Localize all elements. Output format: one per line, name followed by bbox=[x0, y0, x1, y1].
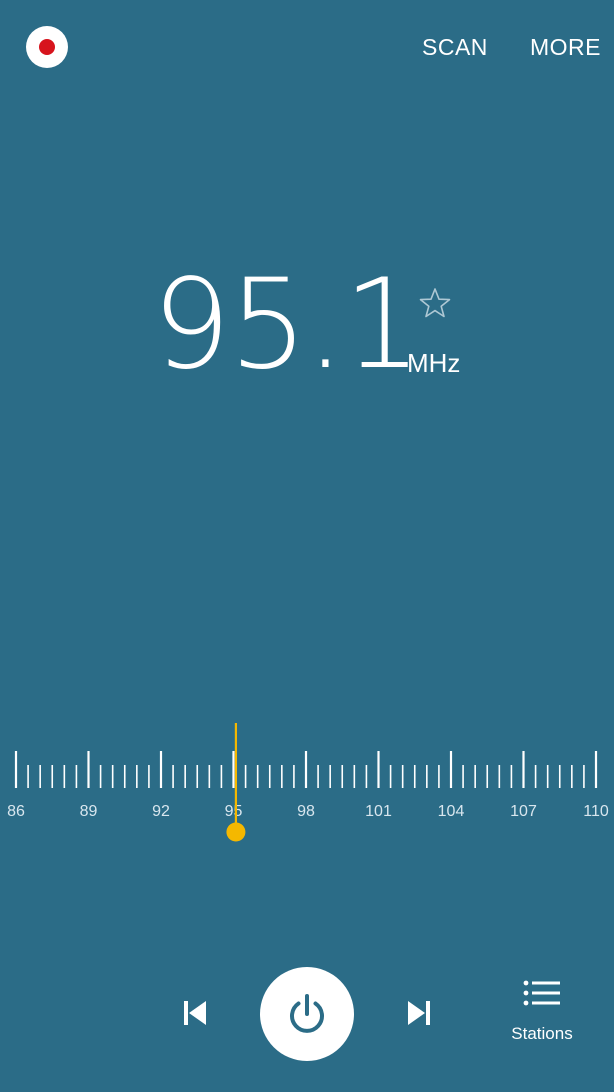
scale-label: 101 bbox=[365, 803, 392, 820]
stations-label: Stations bbox=[511, 1024, 573, 1043]
frequency-tuner[interactable]: 86 89 92 95 98 101 104 107 110 bbox=[0, 715, 614, 855]
more-button[interactable]: MORE bbox=[530, 34, 601, 61]
tuner-handle[interactable] bbox=[226, 822, 246, 842]
scan-button[interactable]: SCAN bbox=[422, 34, 488, 61]
skip-next-icon[interactable] bbox=[402, 996, 436, 1030]
scale-label: 86 bbox=[7, 803, 25, 820]
frequency-unit: MHz bbox=[407, 348, 461, 378]
scale-label: 98 bbox=[297, 803, 315, 820]
skip-previous-icon[interactable] bbox=[178, 996, 212, 1030]
record-button[interactable] bbox=[26, 26, 68, 68]
stations-button[interactable]: Stations bbox=[500, 978, 584, 1050]
scale-label: 104 bbox=[438, 803, 465, 820]
frequency-display: 95.1 MHz bbox=[0, 250, 614, 400]
power-button[interactable] bbox=[260, 967, 354, 1061]
frequency-value: 95.1 bbox=[152, 253, 422, 397]
scale-label: 92 bbox=[152, 803, 170, 820]
top-bar: SCAN MORE bbox=[0, 0, 614, 96]
frequency-scale[interactable]: 86 89 92 95 98 101 104 107 110 bbox=[0, 715, 614, 855]
scale-label: 110 bbox=[583, 803, 609, 820]
scale-label: 89 bbox=[80, 803, 98, 820]
scale-label: 107 bbox=[510, 803, 537, 820]
list-icon bbox=[523, 980, 560, 1006]
scale-label: 95 bbox=[225, 803, 243, 820]
playback-controls: Stations bbox=[0, 960, 614, 1070]
power-icon bbox=[290, 994, 324, 1033]
record-icon bbox=[39, 39, 55, 55]
star-outline-icon[interactable] bbox=[418, 286, 452, 320]
